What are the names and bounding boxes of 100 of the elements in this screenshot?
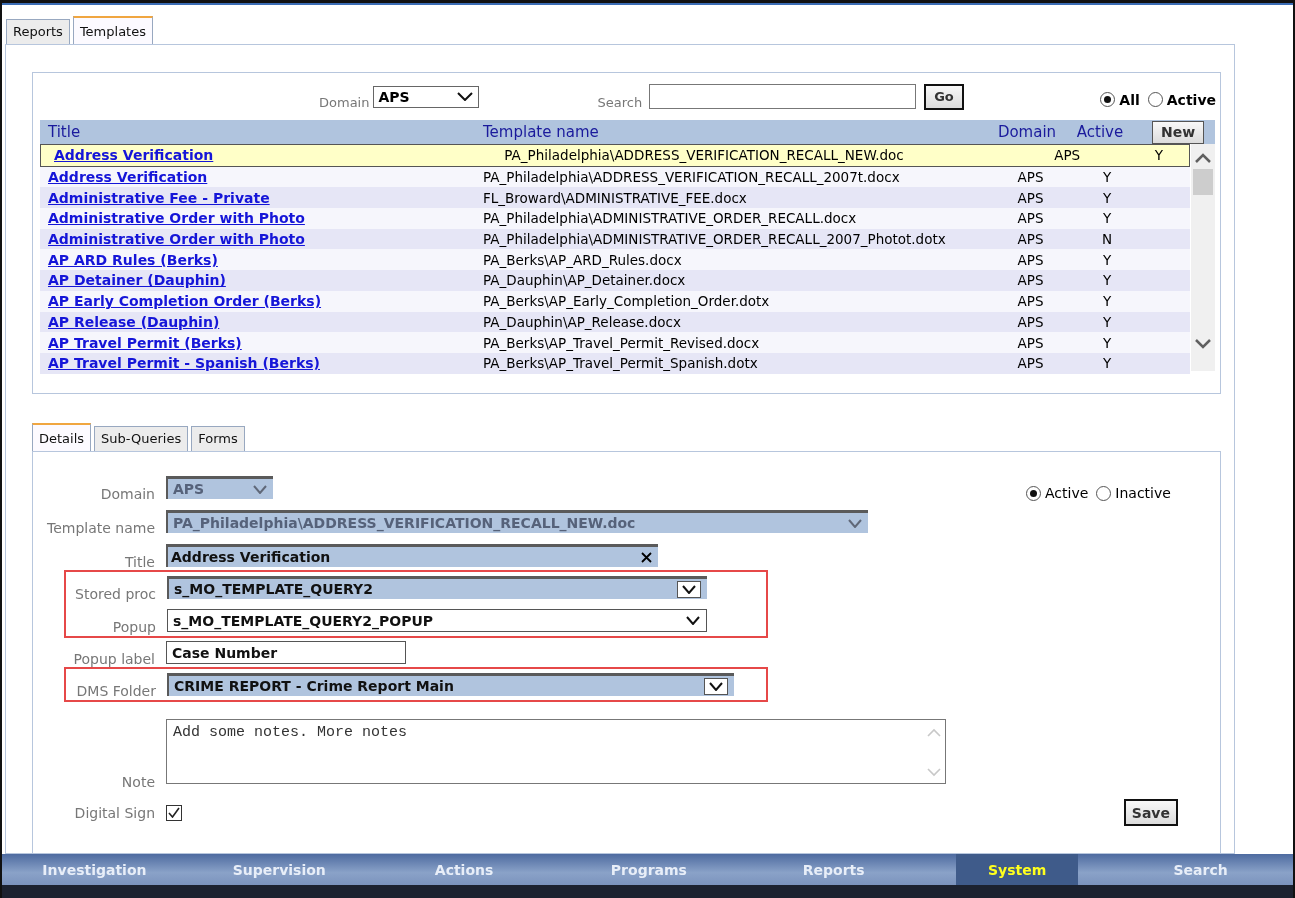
- table-cell-text: PA_Berks\AP_Travel_Permit_Revised.docx: [482, 334, 761, 351]
- title-link[interactable]: AP Detainer (Dauphin): [40, 272, 475, 289]
- tab[interactable]: Forms: [191, 426, 245, 451]
- table-cell-text: APS: [1016, 210, 1045, 227]
- check-icon: [168, 807, 180, 818]
- table-cell-text: PA_Philadelphia\ADDRESS_VERIFICATION_RECALL_2007t.docx: [482, 169, 901, 186]
- table-cell-text: Y: [1153, 147, 1165, 164]
- table-cell-text: PA_Philadelphia\ADDRESS_VERIFICATION_RECALL_NEW.doc: [503, 147, 905, 164]
- table-cell-text: APS: [1016, 231, 1045, 248]
- title-link[interactable]: Address Verification: [46, 147, 481, 164]
- domain-label: Domain: [319, 95, 370, 110]
- table-cell-text: PA_Berks\AP_Travel_Permit_Spanish.dotx: [482, 355, 759, 372]
- table-row[interactable]: Administrative Order with Photo PA_Philadelphia\ADMINISTRATIVE_ORDER_RECALL.docx APS Y: [40, 208, 1190, 229]
- chevron-down-icon: [704, 677, 728, 695]
- title-link[interactable]: AP Travel Permit - Spanish (Berks): [40, 355, 475, 372]
- dropdown[interactable]: s_MO_TEMPLATE_QUERY2: [167, 576, 707, 599]
- chevron-up-icon: [1195, 153, 1211, 163]
- table-cell-text: Y: [1101, 313, 1113, 330]
- go-button[interactable]: Go: [924, 83, 964, 110]
- table-cell-text: FL_Broward\ADMINISTRATIVE_FEE.docx: [482, 189, 748, 206]
- title-link[interactable]: AP ARD Rules (Berks): [40, 251, 475, 268]
- tab[interactable]: Reports: [6, 19, 70, 44]
- chevron-down-icon: [927, 768, 941, 777]
- clear-icon: [641, 551, 652, 563]
- field-label: Popup label: [72, 651, 155, 667]
- chevron-down-icon: [686, 616, 700, 625]
- table-cell-text: PA_Berks\AP_Early_Completion_Order.dotx: [482, 293, 771, 310]
- table-cell-text: Y: [1101, 189, 1113, 206]
- new-button[interactable]: New: [1152, 120, 1205, 144]
- column-header[interactable]: Template name: [475, 123, 978, 141]
- radio-button[interactable]: Active: [1147, 91, 1216, 108]
- field-label: DMS Folder: [75, 683, 156, 699]
- table-cell-text: Y: [1101, 210, 1113, 227]
- column-header[interactable]: Active: [1076, 123, 1124, 141]
- field-label: Template name: [45, 520, 155, 536]
- title-link[interactable]: AP Early Completion Order (Berks): [40, 293, 475, 310]
- tab[interactable]: Templates: [72, 16, 153, 44]
- table-cell-text: APS: [1016, 169, 1045, 186]
- title-link[interactable]: AP Travel Permit (Berks): [40, 334, 475, 351]
- table-cell-text: Y: [1101, 251, 1113, 268]
- table-row[interactable]: Administrative Order with Photo PA_Philadelphia\ADMINISTRATIVE_ORDER_RECALL_2007_Photot.dotx APS N: [40, 228, 1190, 250]
- field-label: Stored proc: [74, 586, 156, 602]
- chevron-down-icon: [848, 518, 862, 528]
- field-label: Popup: [111, 619, 156, 635]
- table-cell-text: Y: [1101, 355, 1113, 372]
- chevron-down-icon: [253, 484, 267, 494]
- radio-button[interactable]: Active: [1026, 483, 1089, 503]
- table-row[interactable]: Address Verification PA_Philadelphia\ADDRESS_VERIFICATION_RECALL_2007t.docx APS Y: [40, 166, 1190, 188]
- table-cell-text: APS: [1016, 334, 1045, 351]
- text-field[interactable]: Case Number: [166, 641, 406, 664]
- search-label: Search: [597, 95, 643, 110]
- column-header[interactable]: Title: [40, 123, 475, 141]
- nav-item[interactable]: System: [956, 854, 1079, 885]
- title-link[interactable]: Administrative Order with Photo: [40, 231, 475, 248]
- table-cell-text: PA_Berks\AP_ARD_Rules.docx: [482, 251, 683, 268]
- radio-button[interactable]: Inactive: [1096, 483, 1171, 503]
- table-cell-text: APS: [1016, 293, 1045, 310]
- table-row[interactable]: AP Travel Permit (Berks) PA_Berks\AP_Travel_Permit_Revised.docx APS Y: [40, 332, 1190, 353]
- column-header[interactable]: Domain: [978, 123, 1076, 141]
- checkbox[interactable]: [166, 804, 182, 821]
- chevron-down-icon: [1195, 339, 1211, 349]
- title-link[interactable]: Administrative Order with Photo: [40, 210, 475, 227]
- field-label: Digital Sign: [73, 804, 155, 821]
- table-row[interactable]: AP ARD Rules (Berks) PA_Berks\AP_ARD_Rules.docx APS Y: [40, 249, 1190, 271]
- scrollbar-thumb[interactable]: [1193, 169, 1213, 195]
- tab[interactable]: Sub-Queries: [94, 426, 189, 451]
- save-button[interactable]: Save: [1123, 799, 1178, 826]
- table-cell-text: APS: [1016, 313, 1045, 330]
- radio-button[interactable]: All: [1100, 91, 1140, 108]
- tab[interactable]: Details: [32, 423, 92, 451]
- table-row[interactable]: Address Verification PA_Philadelphia\ADDRESS_VERIFICATION_RECALL_NEW.doc APS Y: [40, 144, 1190, 167]
- table-row[interactable]: AP Release (Dauphin) PA_Dauphin\AP_Release.docx APS Y: [40, 311, 1190, 333]
- note-field[interactable]: Add some notes. More notes: [166, 719, 946, 784]
- dropdown[interactable]: CRIME REPORT - Crime Report Main: [167, 673, 734, 696]
- field-label: Note: [120, 774, 155, 790]
- table-cell-text: Y: [1101, 272, 1113, 289]
- scrollbar[interactable]: [1191, 144, 1215, 371]
- table-cell-text: APS: [1053, 147, 1082, 164]
- table-cell-text: Y: [1101, 169, 1113, 186]
- dropdown[interactable]: s_MO_TEMPLATE_QUERY2_POPUP: [167, 609, 707, 632]
- table-cell-text: Y: [1101, 293, 1113, 310]
- table-cell-text: N: [1100, 231, 1114, 248]
- table-cell-text: APS: [1016, 355, 1045, 372]
- table-row[interactable]: AP Travel Permit - Spanish (Berks) PA_Berks\AP_Travel_Permit_Spanish.dotx APS Y: [40, 352, 1190, 374]
- chevron-down-icon: [677, 580, 701, 598]
- table-row[interactable]: AP Early Completion Order (Berks) PA_Berks\AP_Early_Completion_Order.dotx APS Y: [40, 290, 1190, 312]
- domain-dropdown[interactable]: APS: [373, 85, 480, 108]
- title-link[interactable]: Address Verification: [40, 169, 475, 186]
- table-cell-text: PA_Dauphin\AP_Release.docx: [482, 313, 682, 330]
- table-cell-text: APS: [1016, 251, 1045, 268]
- chevron-down-icon: [457, 92, 474, 101]
- text-field[interactable]: Address Verification: [166, 544, 658, 567]
- title-link[interactable]: Administrative Fee - Private: [40, 189, 475, 206]
- table-row[interactable]: Administrative Fee - Private FL_Broward\ADMINISTRATIVE_FEE.docx APS Y: [40, 187, 1190, 209]
- title-link[interactable]: AP Release (Dauphin): [40, 313, 475, 330]
- search-field[interactable]: [649, 84, 917, 109]
- table-cell-text: PA_Philadelphia\ADMINISTRATIVE_ORDER_RECALL.docx: [482, 210, 858, 227]
- table-cell-text: APS: [1016, 189, 1045, 206]
- table-row[interactable]: AP Detainer (Dauphin) PA_Dauphin\AP_Detainer.docx APS Y: [40, 270, 1190, 291]
- field-label: Title: [124, 554, 155, 570]
